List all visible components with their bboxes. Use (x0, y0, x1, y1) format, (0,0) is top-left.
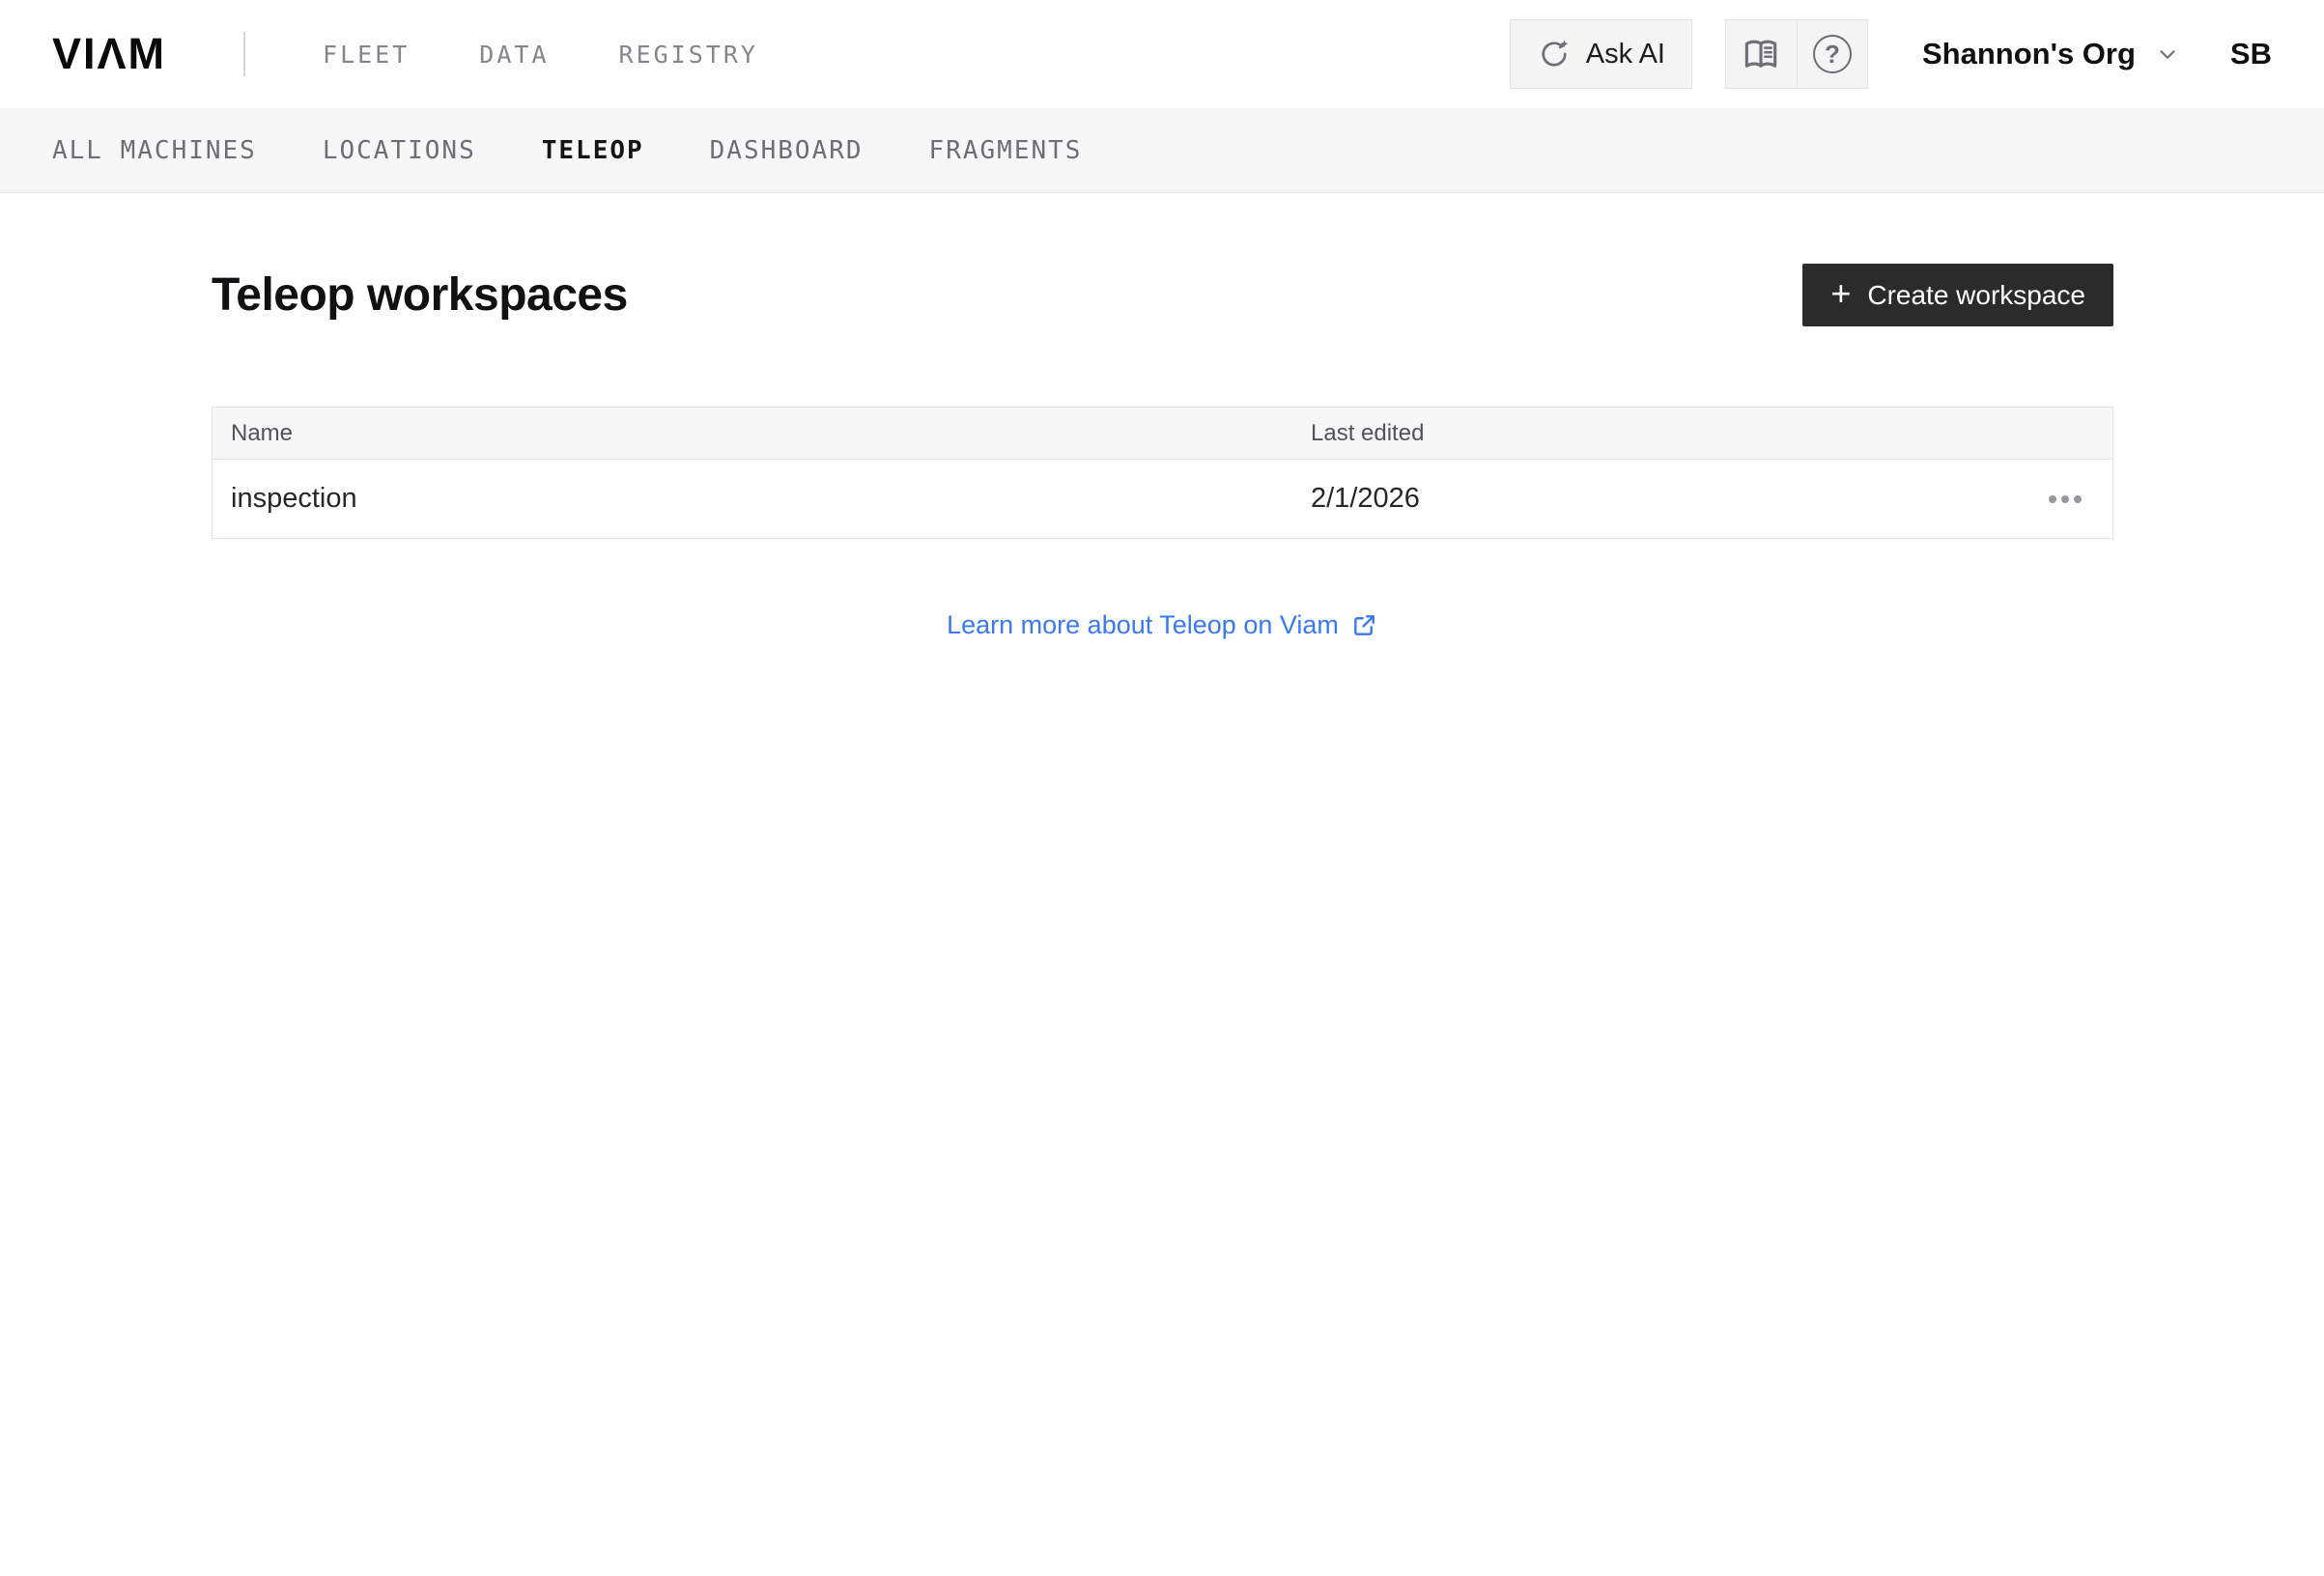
column-header-last-edited: Last edited (1311, 419, 1425, 446)
workspace-last-edited-cell: 2/1/2026 (1311, 483, 1420, 514)
book-icon (1740, 35, 1782, 73)
sparkle-refresh-icon (1537, 37, 1572, 71)
table-row-inspection[interactable]: inspection 2/1/2026 (213, 460, 2112, 538)
user-avatar[interactable]: SB (2230, 37, 2272, 71)
learn-more-label: Learn more about Teleop on Viam (947, 610, 1339, 639)
column-header-name: Name (231, 419, 294, 446)
workspace-actions-cell (2020, 488, 2112, 511)
learn-more-link[interactable]: Learn more about Teleop on Viam (947, 610, 1378, 640)
workspaces-table: Name Last edited inspection 2/1/2026 (212, 407, 2113, 539)
ellipsis-icon (2049, 494, 2056, 503)
subnav-item-all-machines[interactable]: ALL MACHINES (52, 136, 257, 165)
table-header-row: Name Last edited (213, 408, 2112, 460)
title-row: Teleop workspaces + Create workspace (212, 264, 2113, 326)
row-actions-menu-button[interactable] (2047, 488, 2083, 511)
logo-divider (243, 32, 246, 76)
plus-icon: + (1830, 273, 1852, 313)
learn-more-row: Learn more about Teleop on Viam (212, 610, 2113, 640)
page-title: Teleop workspaces (212, 269, 628, 321)
nav-item-registry[interactable]: REGISTRY (619, 41, 758, 69)
top-navigation-bar: VIΛM FLEET DATA REGISTRY Ask AI ? Shanno… (0, 0, 2324, 108)
subnav-item-teleop[interactable]: TELEOP (542, 136, 644, 165)
teleop-workspaces-page: Teleop workspaces + Create workspace Nam… (0, 264, 2324, 640)
ask-ai-button[interactable]: Ask AI (1509, 19, 1692, 89)
org-switcher[interactable]: Shannon's Org (1922, 37, 2180, 71)
help-circle-icon: ? (1812, 35, 1852, 73)
subnav-item-fragments[interactable]: FRAGMENTS (929, 136, 1083, 165)
create-workspace-button[interactable]: + Create workspace (1802, 264, 2113, 326)
documentation-button[interactable] (1726, 20, 1797, 88)
help-button-group: ? (1724, 19, 1868, 89)
nav-item-data[interactable]: DATA (479, 41, 549, 69)
topbar-right-group: Ask AI ? Shannon's Org SB (1509, 19, 2272, 89)
create-workspace-label: Create workspace (1867, 279, 2085, 310)
org-name: Shannon's Org (1921, 37, 2136, 70)
workspace-name-cell: inspection (231, 483, 357, 514)
help-button[interactable]: ? (1796, 20, 1867, 88)
subnav-item-dashboard[interactable]: DASHBOARD (710, 136, 864, 165)
fleet-subnav: ALL MACHINES LOCATIONS TELEOP DASHBOARD … (0, 108, 2324, 193)
primary-nav: FLEET DATA REGISTRY (323, 41, 758, 69)
subnav-item-locations[interactable]: LOCATIONS (323, 136, 476, 165)
viam-logo[interactable]: VIΛM (52, 29, 166, 79)
external-link-icon (1350, 611, 1378, 639)
ask-ai-label: Ask AI (1585, 38, 1665, 70)
nav-item-fleet[interactable]: FLEET (323, 41, 410, 69)
chevron-down-icon (2155, 42, 2180, 67)
